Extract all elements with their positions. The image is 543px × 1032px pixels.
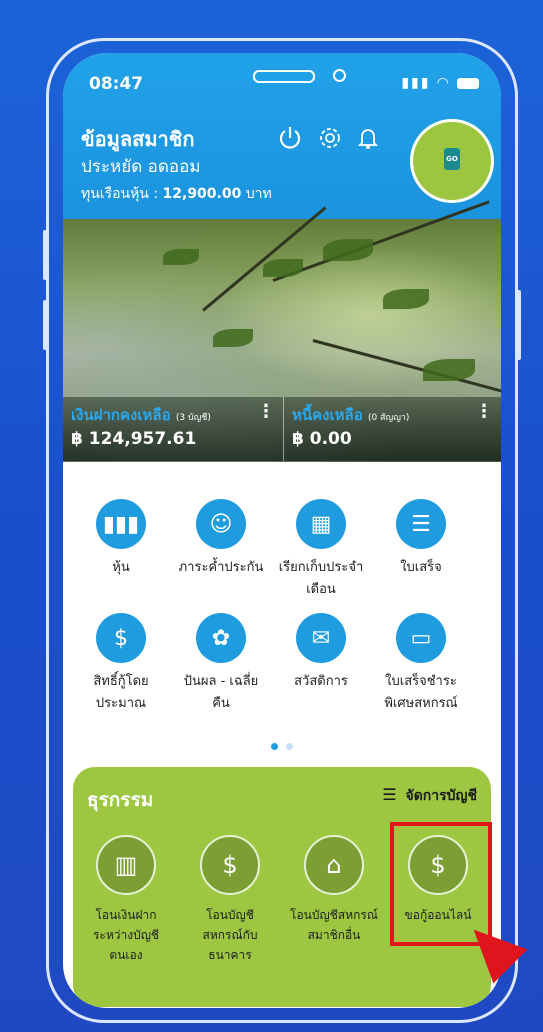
- txn-own-transfer[interactable]: ▥ โอนเงินฝากระหว่างบัญชีตนเอง: [73, 835, 179, 965]
- deposit-card[interactable]: เงินฝากคงเหลือ (3 บัญชี) ⋮ ฿ 124,957.61: [63, 397, 284, 461]
- debt-title: หนี้คงเหลือ (0 สัญญา): [292, 406, 410, 424]
- menu-receipt[interactable]: ☰ ใบเสร็จ: [371, 499, 471, 579]
- bell-icon[interactable]: [355, 125, 381, 151]
- leaf-decor: [263, 259, 303, 277]
- forest-banner-image: เงินฝากคงเหลือ (3 บัญชี) ⋮ ฿ 124,957.61 …: [63, 200, 501, 462]
- status-time: 08:47: [89, 74, 144, 94]
- coin-exchange-icon: $: [200, 835, 260, 895]
- volume-button: [43, 230, 47, 280]
- manage-accounts-link[interactable]: ☰ จัดการบัญชี: [382, 785, 477, 807]
- card-payment-icon: ▭: [396, 613, 446, 663]
- shares-value: 12,900.00: [162, 186, 242, 202]
- settings-icon[interactable]: [317, 125, 343, 151]
- leaf-decor: [383, 289, 429, 309]
- power-icon[interactable]: [277, 125, 303, 151]
- volume-button: [43, 300, 47, 350]
- list-icon: ☰: [382, 785, 397, 804]
- shares-unit: บาท: [245, 186, 272, 202]
- avatar[interactable]: GO: [410, 119, 494, 203]
- txn-member-transfer[interactable]: ⌂ โอนบัญชีสหกรณ์สมาชิกอื่น: [281, 835, 387, 945]
- menu-monthly-billing[interactable]: ▦ เรียกเก็บประจำเดือน: [271, 499, 371, 601]
- power-button: [517, 290, 521, 360]
- leaf-decor: [423, 359, 475, 381]
- member-info-title: ข้อมูลสมาชิก: [81, 127, 195, 151]
- receipt-icon: ☰: [396, 499, 446, 549]
- camera-icon: [333, 69, 346, 82]
- debt-card[interactable]: หนี้คงเหลือ (0 สัญญา) ⋮ ฿ 0.00: [284, 397, 501, 461]
- debt-amount: ฿ 0.00: [292, 429, 352, 449]
- menu-dividend[interactable]: ✿ ปันผล - เฉลี่ยคืน: [171, 613, 271, 715]
- debt-count: (0 สัญญา): [367, 413, 410, 423]
- plant-coin-icon: ✿: [196, 613, 246, 663]
- shares-label: ทุนเรือนหุ้น :: [81, 186, 159, 202]
- deposit-title: เงินฝากคงเหลือ (3 บัญชี): [71, 406, 211, 424]
- transactions-title: ธุรกรรม: [87, 789, 154, 811]
- member-name: ประหยัด อดออม: [81, 157, 201, 177]
- txn-bank-transfer[interactable]: $ โอนบัญชีสหกรณ์กับธนาคาร: [177, 835, 283, 965]
- bar-chart-icon: ▮▮▮: [96, 499, 146, 549]
- menu-guarantee[interactable]: ☺ ภาระค้ำประกัน: [171, 499, 271, 579]
- page-dot-active[interactable]: [271, 743, 278, 750]
- branch-decor: [202, 206, 327, 312]
- more-options-icon[interactable]: ⋮: [257, 401, 275, 422]
- signal-icon: ▮▮▮: [401, 75, 431, 91]
- app-logo-icon: GO: [444, 148, 460, 170]
- leaf-decor: [163, 249, 199, 265]
- battery-icon: [457, 77, 479, 89]
- menu-welfare[interactable]: ✉ สวัสดิการ: [271, 613, 371, 693]
- speaker-icon: [253, 70, 315, 83]
- deposit-count: (3 บัญชี): [175, 413, 211, 423]
- page-dot[interactable]: [286, 743, 294, 750]
- menu-loan-rights[interactable]: $ สิทธิ์กู้โดยประมาณ: [71, 613, 171, 715]
- status-icons: ▮▮▮ ◠: [401, 75, 479, 91]
- menu-shares[interactable]: ▮▮▮ หุ้น: [71, 499, 171, 579]
- notch: [181, 53, 383, 93]
- more-options-icon[interactable]: ⋮: [475, 401, 493, 422]
- gift-icon: ✉: [296, 613, 346, 663]
- leaf-decor: [323, 239, 373, 261]
- people-icon: ☺: [196, 499, 246, 549]
- deposit-amount: ฿ 124,957.61: [71, 429, 197, 449]
- member-header: 08:47 ▮▮▮ ◠ ข้อมูลสมาชิก ประหยัด อดออม ท…: [63, 53, 501, 219]
- document-icon: $: [96, 613, 146, 663]
- menu-special-receipt[interactable]: ▭ ใบเสร็จชำระพิเศษสหกรณ์: [371, 613, 471, 715]
- member-shares: ทุนเรือนหุ้น : 12,900.00 บาท: [81, 183, 272, 205]
- calendar-icon: ▦: [296, 499, 346, 549]
- bank-icon: ⌂: [304, 835, 364, 895]
- bank-transfer-icon: ▥: [96, 835, 156, 895]
- wifi-icon: ◠: [437, 75, 451, 91]
- leaf-decor: [213, 329, 253, 347]
- page-indicator: [271, 735, 296, 754]
